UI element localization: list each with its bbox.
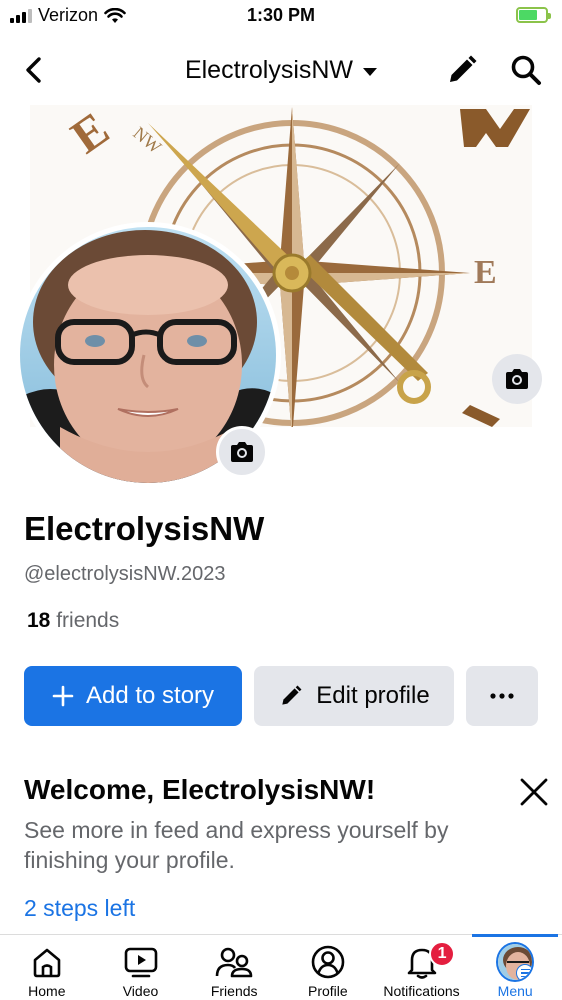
- welcome-close-button[interactable]: [514, 772, 554, 812]
- friends-icon: [215, 947, 253, 978]
- friends-label: friends: [56, 609, 120, 632]
- add-to-story-label: Add to story: [85, 682, 215, 709]
- hamburger-icon: [516, 964, 533, 980]
- camera-icon: [506, 369, 528, 389]
- welcome-title: Welcome, ElectrolysisNW!: [24, 774, 376, 805]
- profile-handle: @electrolysisNW.2023: [24, 563, 226, 585]
- tab-menu[interactable]: Menu: [468, 934, 562, 1000]
- tab-home-label: Home: [28, 983, 66, 999]
- bottom-tab-bar: Home Video Friends Profile 1 Notificatio…: [0, 934, 562, 1000]
- tab-friends[interactable]: Friends: [187, 935, 281, 1000]
- battery-icon: [516, 7, 551, 23]
- tab-video[interactable]: Video: [94, 935, 188, 1000]
- pencil-icon: [450, 55, 477, 82]
- notification-badge: 1: [429, 941, 456, 967]
- avatar-camera-button[interactable]: [216, 426, 268, 478]
- cover-camera-button[interactable]: [492, 354, 542, 404]
- home-icon: [33, 948, 61, 978]
- friends-count-link[interactable]: 18 friends: [27, 609, 119, 633]
- search-button[interactable]: [508, 52, 544, 88]
- tab-notifications[interactable]: 1 Notifications: [375, 935, 469, 1000]
- edit-profile-button[interactable]: Edit profile: [254, 666, 454, 726]
- profile-name: ElectrolysisNW: [24, 510, 265, 547]
- friends-count: 18: [27, 609, 51, 632]
- search-icon: [511, 55, 541, 85]
- pencil-icon: [282, 685, 302, 705]
- welcome-body: See more in feed and express yourself by…: [24, 817, 449, 873]
- steps-left-link[interactable]: 2 steps left: [24, 895, 135, 922]
- edit-profile-label: Edit profile: [316, 682, 430, 709]
- plus-icon: [52, 685, 74, 707]
- camera-icon: [231, 442, 253, 462]
- add-to-story-button[interactable]: Add to story: [24, 666, 242, 726]
- cover-letter-e-left: E: [62, 105, 119, 164]
- tab-profile[interactable]: Profile: [281, 935, 375, 1000]
- edit-button[interactable]: [444, 52, 480, 88]
- top-nav: ElectrolysisNW: [0, 40, 562, 98]
- cover-letter-e: E: [474, 254, 497, 291]
- tab-profile-label: Profile: [308, 983, 348, 999]
- tab-video-label: Video: [122, 983, 159, 999]
- close-icon: [520, 778, 548, 806]
- tab-notifications-label: Notifications: [383, 983, 460, 999]
- more-options-button[interactable]: [466, 666, 538, 726]
- tab-friends-label: Friends: [210, 983, 258, 999]
- menu-avatar-icon: [496, 942, 535, 982]
- cover-letter-nw: NW: [129, 123, 165, 158]
- clock: 1:30 PM: [246, 5, 316, 25]
- nav-title: ElectrolysisNW: [184, 56, 354, 84]
- more-dots-icon: [490, 693, 514, 699]
- caret-down-icon: [363, 68, 378, 76]
- status-bar: Verizon 1:30 PM: [0, 0, 562, 32]
- tab-home[interactable]: Home: [0, 935, 94, 1000]
- profile-icon: [311, 945, 345, 979]
- video-icon: [124, 947, 157, 978]
- tab-menu-label: Menu: [497, 983, 533, 999]
